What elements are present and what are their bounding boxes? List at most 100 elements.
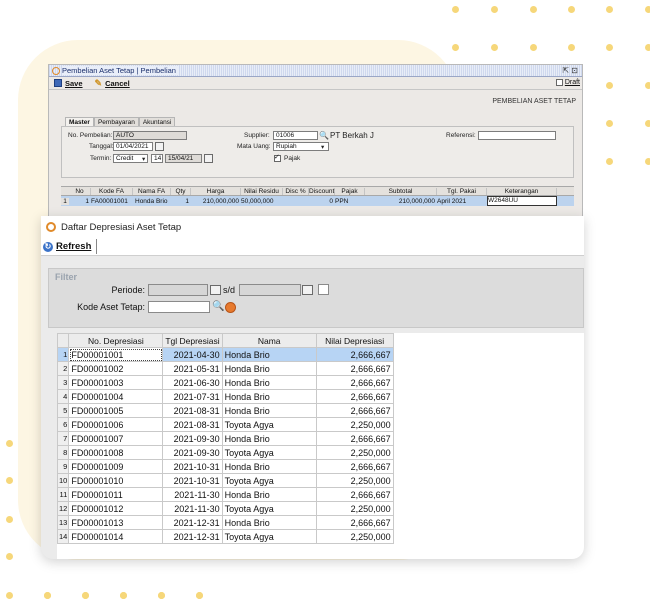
- cell-no-depresiasi[interactable]: FD00001002: [68, 361, 164, 376]
- cell-nilai-depresiasi[interactable]: 2,250,000: [315, 445, 394, 460]
- cancel-button[interactable]: ✎ Cancel: [95, 78, 130, 89]
- cell-no-depresiasi[interactable]: FD00001005: [68, 403, 164, 418]
- cell-no-depresiasi[interactable]: FD00001004: [68, 389, 164, 404]
- cell-kode-fa[interactable]: FA00001001: [91, 198, 133, 205]
- refresh-button[interactable]: ↻ Refresh: [43, 239, 98, 254]
- table-row[interactable]: 13 FD00001013 2021-12-31 Honda Brio 2,666,66…: [56, 515, 394, 530]
- cell-no-depresiasi[interactable]: FD00001009: [68, 459, 164, 474]
- column-header-nilai-depresiasi[interactable]: Nilai Depresiasi: [315, 333, 394, 348]
- cell-tgl-depresiasi[interactable]: 2021-12-31: [162, 515, 223, 530]
- cell-nilai-depresiasi[interactable]: 2,666,667: [315, 515, 394, 530]
- cell-no-depresiasi[interactable]: FD00001007: [68, 431, 164, 446]
- column-header-nama[interactable]: Nama: [221, 333, 317, 348]
- periode-end-calendar-icon[interactable]: [302, 285, 313, 295]
- cell-keterangan[interactable]: W2648UU: [487, 196, 557, 206]
- periode-start-field[interactable]: [148, 284, 208, 296]
- table-row[interactable]: 8 FD00001008 2021-09-30 Toyota Agya 2,250,00…: [56, 445, 394, 460]
- cell-nilai-depresiasi[interactable]: 2,666,667: [315, 389, 394, 404]
- cell-nama[interactable]: Honda Brio: [221, 487, 317, 502]
- draft-checkbox[interactable]: Draft: [555, 79, 580, 86]
- table-row[interactable]: 11 FD00001011 2021-11-30 Honda Brio 2,666,66…: [56, 487, 394, 502]
- cell-nama[interactable]: Honda Brio: [221, 375, 317, 390]
- cell-tgl-depresiasi[interactable]: 2021-11-30: [162, 487, 223, 502]
- referensi-field[interactable]: [478, 131, 556, 140]
- cell-nilai-depresiasi[interactable]: 2,666,667: [315, 361, 394, 376]
- window-controls-icon[interactable]: ⇱ ⊡: [562, 66, 582, 75]
- table-row[interactable]: 2 FD00001002 2021-05-31 Honda Brio 2,666,667: [56, 361, 394, 376]
- search-icon[interactable]: 🔍: [319, 131, 329, 140]
- cell-nilai-depresiasi[interactable]: 2,666,667: [315, 487, 394, 502]
- tanggal-field[interactable]: 01/04/2021: [113, 142, 153, 151]
- cell-tgl-depresiasi[interactable]: 2021-04-30: [162, 347, 223, 362]
- termin-calendar-icon[interactable]: [204, 154, 213, 163]
- cell-nilai-depresiasi[interactable]: 2,250,000: [315, 473, 394, 488]
- table-row[interactable]: 6 FD00001006 2021-08-31 Toyota Agya 2,250,00…: [56, 417, 394, 432]
- kode-aset-field[interactable]: [148, 301, 210, 313]
- column-header-no-depresiasi[interactable]: No. Depresiasi: [68, 333, 164, 348]
- cell-tgl-depresiasi[interactable]: 2021-08-31: [162, 417, 223, 432]
- cell-tgl-depresiasi[interactable]: 2021-08-31: [162, 403, 223, 418]
- cell-nama[interactable]: Honda Brio: [221, 403, 317, 418]
- chevron-down-icon[interactable]: ▾: [321, 143, 324, 151]
- cell-nama[interactable]: Toyota Agya: [221, 501, 317, 516]
- cell-tgl-depresiasi[interactable]: 2021-07-31: [162, 389, 223, 404]
- cell-harga[interactable]: 210,000,000: [191, 198, 241, 205]
- table-row[interactable]: 14 FD00001014 2021-12-31 Toyota Agya 2,250,0…: [56, 529, 394, 544]
- cell-nilai-depresiasi[interactable]: 2,666,667: [315, 347, 394, 362]
- cell-nama[interactable]: Toyota Agya: [221, 417, 317, 432]
- cell-tgl-depresiasi[interactable]: 2021-06-30: [162, 375, 223, 390]
- termin-days-field[interactable]: 14: [151, 154, 163, 163]
- save-button[interactable]: Save: [54, 79, 83, 88]
- cell-no-depresiasi[interactable]: FD00001006: [68, 417, 164, 432]
- cell-nama[interactable]: Honda Brio: [221, 459, 317, 474]
- cell-no-depresiasi[interactable]: FD00001013: [68, 515, 164, 530]
- cell-nama[interactable]: Honda Brio: [221, 431, 317, 446]
- cell-nama[interactable]: Toyota Agya: [221, 445, 317, 460]
- cell-tgl-depresiasi[interactable]: 2021-09-30: [162, 431, 223, 446]
- table-row[interactable]: 1 1 FA00001001 Honda Brio 1 210,000,000 …: [61, 196, 574, 206]
- periode-start-calendar-icon[interactable]: [210, 285, 221, 295]
- cell-nama[interactable]: Honda Brio: [221, 361, 317, 376]
- no-pembelian-field[interactable]: AUTO: [113, 131, 187, 140]
- table-row[interactable]: 1 FD00001001 2021-04-30 Honda Brio 2,666,667: [56, 347, 394, 362]
- cell-no-depresiasi[interactable]: FD00001003: [68, 375, 164, 390]
- supplier-code-field[interactable]: 01006: [273, 131, 318, 140]
- cell-no-depresiasi[interactable]: FD00001008: [68, 445, 164, 460]
- search-icon[interactable]: 🔍: [212, 301, 224, 312]
- cell-nilai-residu[interactable]: 50,000,000: [241, 198, 283, 205]
- cell-no-depresiasi[interactable]: FD00001012: [68, 501, 164, 516]
- cell-nilai-depresiasi[interactable]: 2,250,000: [315, 501, 394, 516]
- cell-no-depresiasi[interactable]: FD00001010: [68, 473, 164, 488]
- periode-checkbox[interactable]: [318, 284, 329, 295]
- clear-icon[interactable]: [225, 302, 236, 313]
- table-row[interactable]: 3 FD00001003 2021-06-30 Honda Brio 2,666,667: [56, 375, 394, 390]
- cell-nama[interactable]: Toyota Agya: [221, 529, 317, 544]
- cell-tgl-pakai[interactable]: April 2021: [437, 198, 487, 205]
- table-row[interactable]: 4 FD00001004 2021-07-31 Honda Brio 2,666,667: [56, 389, 394, 404]
- cell-nilai-depresiasi[interactable]: 2,250,000: [315, 529, 394, 544]
- cell-no-depresiasi[interactable]: FD00001011: [68, 487, 164, 502]
- cell-tgl-depresiasi[interactable]: 2021-09-30: [162, 445, 223, 460]
- column-header-tgl-depresiasi[interactable]: Tgl Depresiasi: [162, 333, 223, 348]
- draft-checkbox-box[interactable]: [555, 79, 563, 86]
- cell-tgl-depresiasi[interactable]: 2021-05-31: [162, 361, 223, 376]
- tanggal-calendar-icon[interactable]: [155, 142, 164, 151]
- cell-nilai-depresiasi[interactable]: 2,666,667: [315, 431, 394, 446]
- cell-no-depresiasi[interactable]: FD00001014: [68, 529, 164, 544]
- cell-tgl-depresiasi[interactable]: 2021-10-31: [162, 459, 223, 474]
- table-row[interactable]: 7 FD00001007 2021-09-30 Honda Brio 2,666,667: [56, 431, 394, 446]
- chevron-down-icon[interactable]: ▾: [142, 155, 145, 163]
- cell-tgl-depresiasi[interactable]: 2021-10-31: [162, 473, 223, 488]
- cell-nilai-depresiasi[interactable]: 2,250,000: [315, 417, 394, 432]
- table-row[interactable]: 9 FD00001009 2021-10-31 Honda Brio 2,666,667: [56, 459, 394, 474]
- cell-nama[interactable]: Honda Brio: [221, 389, 317, 404]
- cell-nilai-depresiasi[interactable]: 2,666,667: [315, 403, 394, 418]
- cell-pajak[interactable]: PPN: [335, 198, 365, 205]
- cell-discount[interactable]: 0: [309, 198, 335, 205]
- table-row[interactable]: 5 FD00001005 2021-08-31 Honda Brio 2,666,667: [56, 403, 394, 418]
- periode-end-field[interactable]: [239, 284, 301, 296]
- table-row[interactable]: 10 FD00001010 2021-10-31 Toyota Agya 2,250,0…: [56, 473, 394, 488]
- cell-tgl-depresiasi[interactable]: 2021-11-30: [162, 501, 223, 516]
- cell-tgl-depresiasi[interactable]: 2021-12-31: [162, 529, 223, 544]
- cell-nilai-depresiasi[interactable]: 2,666,667: [315, 459, 394, 474]
